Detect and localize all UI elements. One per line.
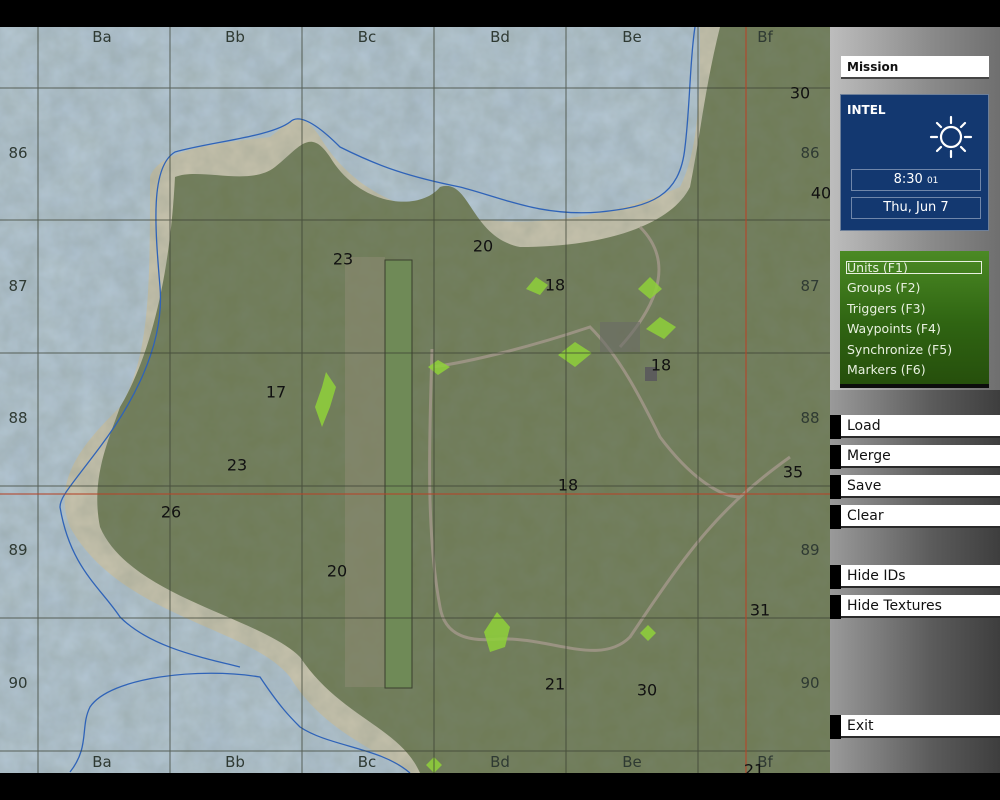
grid-row-label: 88 [8, 409, 28, 427]
elevation-label: 30 [636, 680, 658, 700]
button-tab [830, 415, 841, 439]
grid-row-label: 87 [8, 277, 28, 295]
merge-button[interactable]: Merge [830, 445, 1000, 469]
mode-triggers[interactable]: Triggers (F3) [847, 301, 926, 316]
elevation-label: 35 [782, 462, 804, 482]
elevation-label: 31 [749, 600, 771, 620]
map-terrain [0, 27, 830, 773]
button-tab [830, 715, 841, 739]
elevation-label: 40 [810, 183, 830, 203]
clear-button[interactable]: Clear [830, 505, 1000, 529]
save-button-label: Save [841, 475, 1000, 498]
grid-col-label: Bd [490, 28, 510, 46]
grid-row-label: 89 [8, 541, 28, 559]
grid-col-label: Bf [757, 28, 773, 46]
grid-row-label: 86 [8, 144, 28, 162]
button-tab [830, 595, 841, 619]
load-button-label: Load [841, 415, 1000, 438]
grid-row-label: 90 [800, 674, 820, 692]
time-seconds: 01 [926, 176, 939, 186]
hide-textures-button[interactable]: Hide Textures [830, 595, 1000, 619]
elevation-label: 21 [544, 674, 566, 694]
button-tab [830, 475, 841, 499]
button-tab [830, 565, 841, 589]
button-tab [830, 505, 841, 529]
save-button[interactable]: Save [830, 475, 1000, 499]
elevation-label: 26 [160, 502, 182, 522]
intel-box[interactable]: INTEL 8:30 01 Thu, Jun 7 [840, 94, 989, 231]
mode-synchronize[interactable]: Synchronize (F5) [847, 342, 952, 357]
hide-ids-button-label: Hide IDs [841, 565, 1000, 588]
hide-textures-button-label: Hide Textures [841, 595, 1000, 618]
mode-units[interactable]: Units (F1) [846, 261, 982, 274]
intel-title: INTEL [847, 103, 886, 117]
runway [384, 259, 413, 689]
merge-button-label: Merge [841, 445, 1000, 468]
map-view[interactable]: Ba Bb Bc Bd Be Bf Ba Bb Bc Bd Be Bf 86 8… [0, 27, 830, 773]
sun-icon [929, 115, 973, 163]
elevation-label: 21 [743, 760, 765, 774]
elevation-label: 30 [789, 83, 811, 103]
grid-col-label: Be [622, 753, 642, 771]
bottom-letterbox [0, 773, 1000, 800]
button-tab [830, 445, 841, 469]
exit-button-label: Exit [841, 715, 1000, 738]
mode-waypoints[interactable]: Waypoints (F4) [847, 321, 941, 336]
mission-button[interactable]: Mission [841, 56, 989, 79]
town-buildings [600, 322, 640, 352]
elevation-label: 17 [265, 382, 287, 402]
grid-col-label: Ba [92, 28, 112, 46]
elevation-label: 18 [544, 275, 566, 295]
grid-col-label: Bb [225, 753, 245, 771]
grid-col-label: Bd [490, 753, 510, 771]
grid-col-label: Bb [225, 28, 245, 46]
grid-col-label: Bc [357, 753, 377, 771]
hide-ids-button[interactable]: Hide IDs [830, 565, 1000, 589]
top-letterbox [0, 0, 1000, 27]
grid-row-label: 87 [800, 277, 820, 295]
mission-time[interactable]: 8:30 01 [851, 169, 981, 191]
elevation-label: 23 [332, 249, 354, 269]
grid-col-label: Ba [92, 753, 112, 771]
load-button[interactable]: Load [830, 415, 1000, 439]
exit-button[interactable]: Exit [830, 715, 1000, 739]
elevation-label: 18 [650, 355, 672, 375]
grid-row-label: 90 [8, 674, 28, 692]
elevation-label: 20 [472, 236, 494, 256]
elevation-label: 23 [226, 455, 248, 475]
grid-col-label: Be [622, 28, 642, 46]
mode-markers[interactable]: Markers (F6) [847, 362, 926, 377]
mission-date[interactable]: Thu, Jun 7 [851, 197, 981, 219]
land-texture [0, 27, 830, 773]
elevation-label: 18 [557, 475, 579, 495]
grid-row-label: 89 [800, 541, 820, 559]
grid-col-label: Bc [357, 28, 377, 46]
grid-row-label: 86 [800, 144, 820, 162]
mode-groups[interactable]: Groups (F2) [847, 280, 920, 295]
airfield-apron [345, 257, 385, 687]
grid-row-label: 88 [800, 409, 820, 427]
clear-button-label: Clear [841, 505, 1000, 528]
editor-mode-list: Units (F1) Groups (F2) Triggers (F3) Way… [840, 251, 989, 388]
elevation-label: 20 [326, 561, 348, 581]
time-value: 8:30 [893, 172, 923, 187]
